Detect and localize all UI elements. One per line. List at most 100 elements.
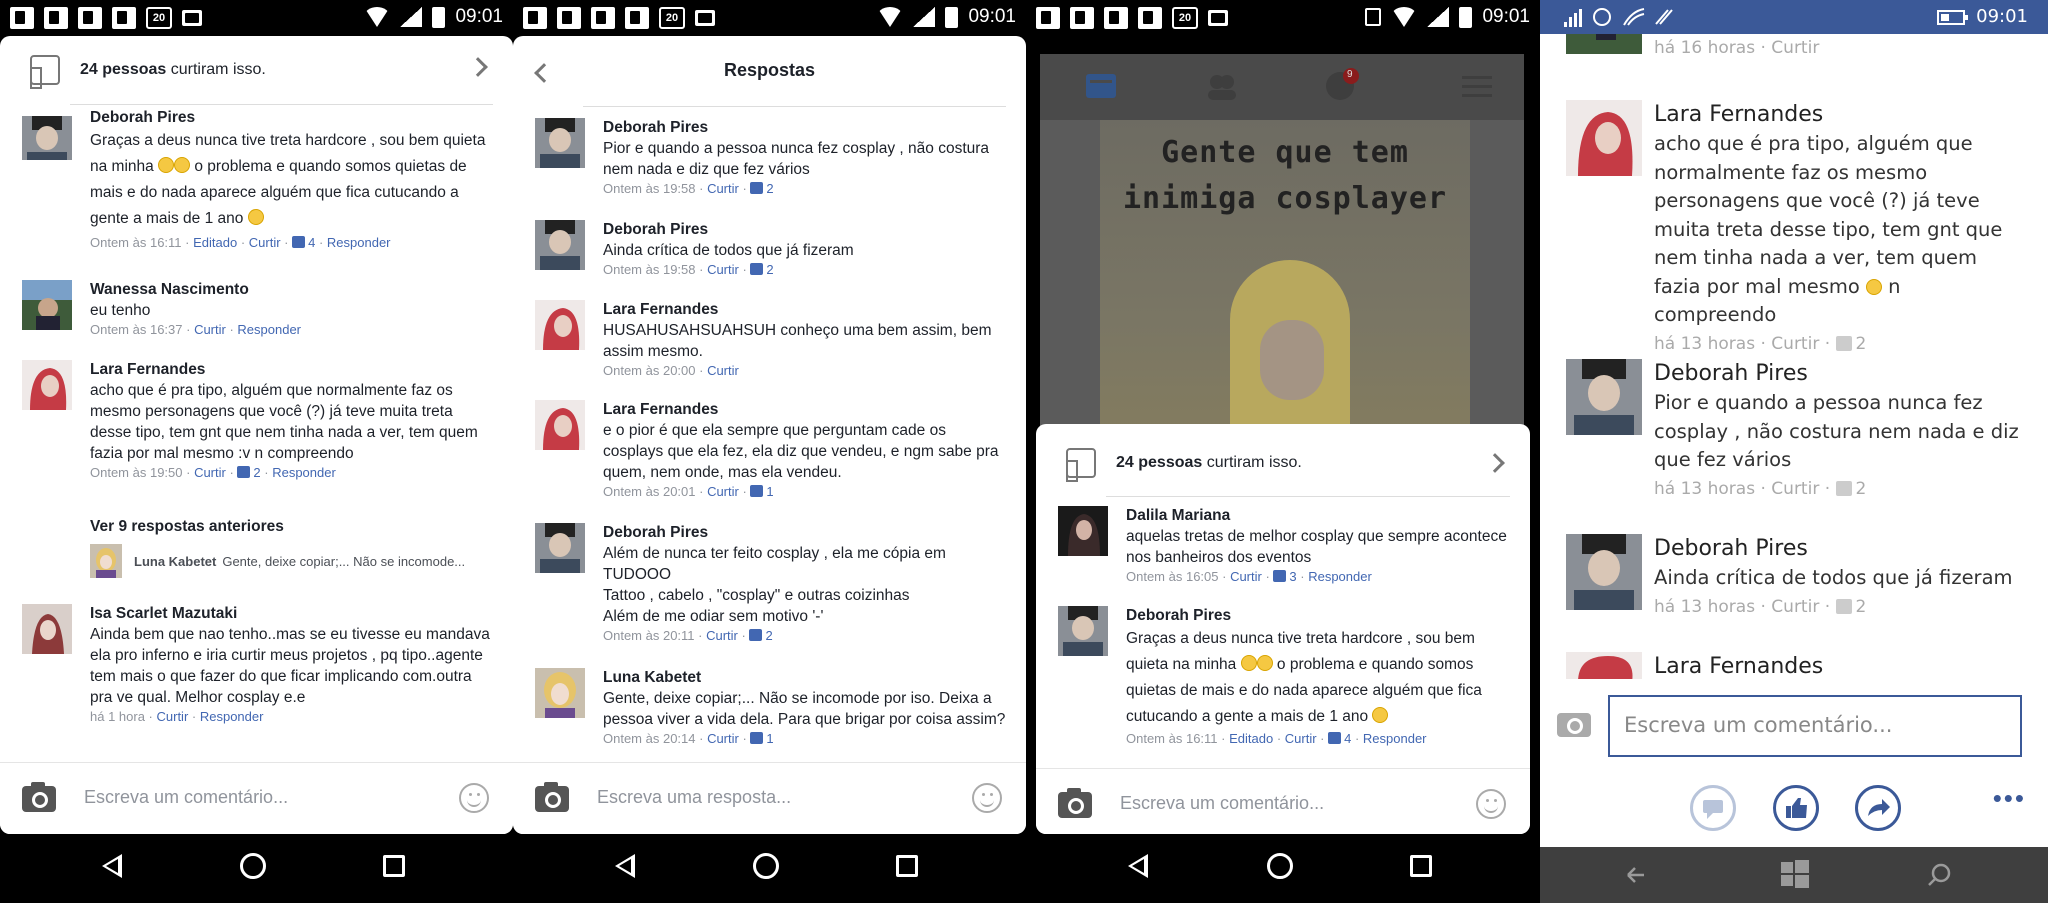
recents-icon[interactable]	[896, 855, 918, 877]
comment-input[interactable]: Escreva um comentário...	[1608, 695, 2022, 757]
like-link[interactable]: Curtir	[194, 465, 226, 480]
comment-meta: Ontem às 16:11 · Editado · Curtir · 4 · …	[1126, 731, 1427, 746]
home-icon[interactable]	[753, 853, 779, 879]
reply-author[interactable]: Deborah Pires	[603, 523, 1008, 543]
facebook-notif-icon	[1036, 7, 1060, 29]
like-link[interactable]: Curtir	[707, 262, 739, 277]
likes-bar[interactable]: 24 pessoas curtiram isso.	[0, 36, 513, 104]
reply-link[interactable]: Responder	[200, 709, 264, 724]
reply-link[interactable]: Responder	[327, 235, 391, 250]
camera-icon[interactable]	[1557, 713, 1591, 737]
edited-link[interactable]: Editado	[1229, 731, 1273, 746]
reply-link[interactable]: Responder	[272, 465, 336, 480]
back-icon[interactable]	[102, 854, 122, 878]
comments-list: há 16 horas · Curtir Lara Fernandes acho…	[1540, 34, 2048, 679]
android-nav-bar	[1026, 834, 1540, 903]
like-link[interactable]: Curtir	[157, 709, 189, 724]
comment-author[interactable]: Wanessa Nascimento	[90, 280, 495, 300]
recents-icon[interactable]	[383, 855, 405, 877]
view-previous-replies[interactable]: Ver 9 respostas anteriores	[90, 518, 284, 536]
reply-link[interactable]: Responder	[1308, 569, 1372, 584]
like-link[interactable]: Curtir	[1771, 334, 1819, 354]
reply-text: Pior e quando a pessoa nunca fez cosplay…	[603, 140, 990, 178]
reply-preview[interactable]: Luna Kabetet Gente, deixe copiar;... Não …	[90, 544, 493, 578]
camera-icon[interactable]	[1058, 788, 1092, 818]
more-options-icon[interactable]: •••	[1993, 785, 2026, 811]
edited-link[interactable]: Editado	[193, 235, 237, 250]
comment-composer: Escreva um comentário...	[1036, 768, 1530, 834]
like-link[interactable]: Curtir	[707, 484, 739, 499]
like-link[interactable]: Curtir	[1771, 38, 1819, 58]
avatar[interactable]	[1566, 534, 1642, 610]
camera-icon[interactable]	[22, 782, 56, 812]
comment-author[interactable]: Deborah Pires	[1654, 534, 2028, 564]
avatar[interactable]	[535, 220, 585, 270]
avatar[interactable]	[22, 280, 72, 330]
like-thumb-icon[interactable]	[1773, 785, 1819, 831]
back-icon[interactable]	[1128, 854, 1148, 878]
emoji-picker-icon[interactable]	[1476, 789, 1506, 819]
avatar[interactable]	[1566, 652, 1642, 679]
like-link[interactable]: Curtir	[194, 322, 226, 337]
comment-author[interactable]: Lara Fernandes	[1654, 100, 2028, 130]
like-link[interactable]: Curtir	[707, 181, 739, 196]
comment-composer: Escreva um comentário...	[0, 762, 513, 834]
comment-bubble-icon[interactable]	[1690, 785, 1736, 831]
like-link[interactable]: Curtir	[706, 628, 738, 643]
comment-author[interactable]: Lara Fernandes	[90, 360, 495, 380]
chevron-right-icon[interactable]	[1485, 453, 1505, 473]
reply-author[interactable]: Deborah Pires	[603, 220, 1008, 240]
reply-author[interactable]: Lara Fernandes	[603, 300, 1008, 320]
emoji-picker-icon[interactable]	[459, 783, 489, 813]
like-link[interactable]: Curtir	[707, 731, 739, 746]
emoji-picker-icon[interactable]	[972, 783, 1002, 813]
reply-author[interactable]: Luna Kabetet	[603, 668, 1008, 688]
recents-icon[interactable]	[1410, 855, 1432, 877]
home-icon[interactable]	[240, 853, 266, 879]
comment-author[interactable]: Lara Fernandes	[1654, 652, 2028, 679]
like-count-icon	[750, 485, 764, 497]
avatar[interactable]	[1058, 606, 1108, 656]
comment-input[interactable]: Escreva um comentário...	[1120, 793, 1324, 814]
image-notif-icon	[695, 10, 715, 26]
avatar[interactable]	[535, 668, 585, 718]
reply-input[interactable]: Escreva uma resposta...	[597, 787, 791, 808]
comment-author[interactable]: Deborah Pires	[1654, 359, 2028, 389]
like-link[interactable]: Curtir	[707, 363, 739, 378]
reply-link[interactable]: Responder	[237, 322, 301, 337]
like-link[interactable]: Curtir	[1771, 597, 1819, 617]
likes-bar[interactable]: 24 pessoas curtiram isso.	[1036, 432, 1530, 494]
comment-author[interactable]: Dalila Mariana	[1126, 506, 1512, 526]
avatar[interactable]	[535, 118, 585, 168]
chevron-right-icon[interactable]	[468, 57, 488, 77]
avatar[interactable]	[535, 523, 585, 573]
like-count: 1	[766, 731, 774, 746]
avatar[interactable]	[1566, 359, 1642, 435]
like-link[interactable]: Curtir	[249, 235, 281, 250]
avatar[interactable]	[1566, 100, 1642, 176]
avatar[interactable]	[22, 604, 72, 654]
avatar[interactable]	[535, 300, 585, 350]
back-icon[interactable]	[615, 854, 635, 878]
like-link[interactable]: Curtir	[1285, 731, 1317, 746]
comment-author[interactable]: Deborah Pires	[1126, 606, 1512, 626]
share-arrow-icon[interactable]	[1855, 785, 1901, 831]
home-icon[interactable]	[1267, 853, 1293, 879]
reply-item: Luna Kabetet Gente, deixe copiar;... Não…	[535, 668, 1008, 753]
reply-author[interactable]: Deborah Pires	[603, 118, 1008, 138]
comment-input[interactable]: Escreva um comentário...	[84, 787, 288, 808]
comment-meta: há 16 horas · Curtir	[1654, 38, 1820, 58]
avatar[interactable]	[22, 116, 72, 160]
avatar[interactable]	[22, 360, 72, 410]
like-link[interactable]: Curtir	[1771, 479, 1819, 499]
avatar[interactable]	[535, 400, 585, 450]
reply-link[interactable]: Responder	[1363, 731, 1427, 746]
comment-text: acho que é pra tipo, alguém que normalme…	[1654, 132, 2003, 298]
avatar[interactable]	[1058, 506, 1108, 556]
reply-author[interactable]: Lara Fernandes	[603, 400, 1008, 420]
camera-icon[interactable]	[535, 782, 569, 812]
comment-author[interactable]: Deborah Pires	[90, 108, 495, 128]
like-link[interactable]: Curtir	[1230, 569, 1262, 584]
avatar[interactable]	[1566, 34, 1642, 54]
comment-author[interactable]: Isa Scarlet Mazutaki	[90, 604, 495, 624]
